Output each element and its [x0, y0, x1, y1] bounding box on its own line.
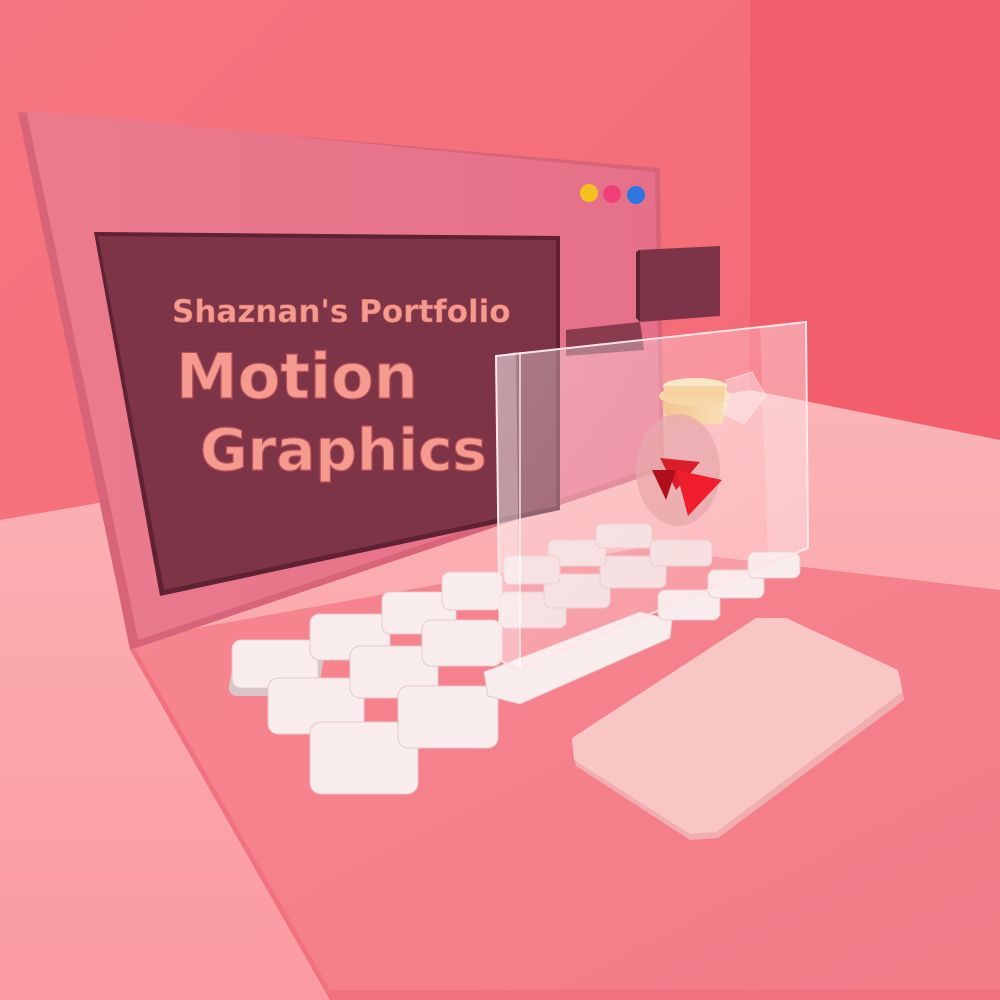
window-control-blue-icon[interactable]: [627, 186, 645, 204]
window-control-yellow-icon[interactable]: [580, 184, 598, 202]
portfolio-subtitle: Shaznan's Portfolio: [172, 294, 511, 330]
window-control-pink-icon[interactable]: [603, 185, 621, 203]
key[interactable]: [397, 685, 499, 749]
motion-graphics-scene: Shaznan's Portfolio Motion Graphics: [0, 0, 1000, 1000]
floating-tile-top: [636, 246, 720, 322]
title-line-2: Graphics: [200, 416, 487, 484]
title-line-1: Motion: [176, 340, 418, 413]
key[interactable]: [441, 571, 503, 611]
scene-svg: Shaznan's Portfolio Motion Graphics: [0, 0, 1000, 1000]
window-controls: [580, 184, 645, 204]
key[interactable]: [421, 619, 503, 667]
